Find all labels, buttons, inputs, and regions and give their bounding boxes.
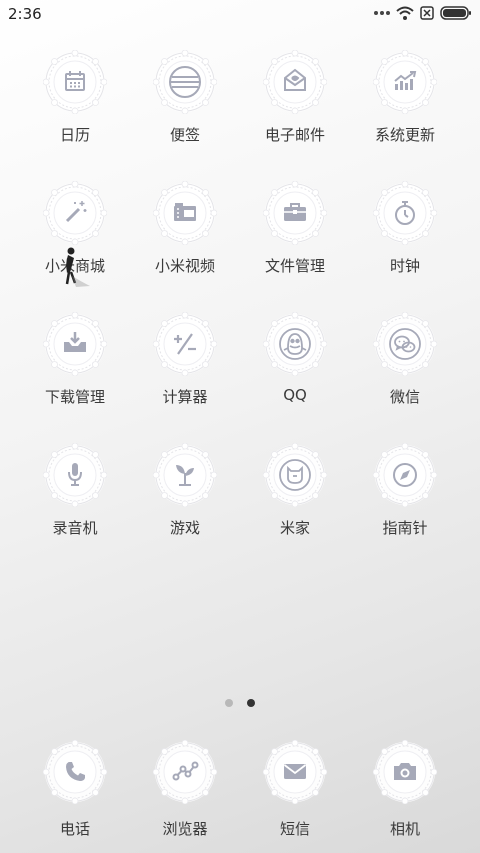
app-label: 相机 <box>389 820 420 838</box>
more-dots-icon <box>374 11 390 15</box>
email-icon <box>263 50 327 114</box>
app-label: 便签 <box>169 126 200 144</box>
app-label: 系统更新 <box>374 126 435 144</box>
app-label: 下载管理 <box>44 388 105 406</box>
dock-messages[interactable]: 短信 <box>240 740 350 839</box>
app-file-manager[interactable]: 文件管理 <box>240 181 350 312</box>
app-calendar[interactable]: 日历 <box>20 50 130 181</box>
status-bar: 2:36 <box>0 0 480 30</box>
app-label: 电话 <box>59 820 90 838</box>
app-label: 录音机 <box>52 519 98 537</box>
app-label: 计算器 <box>162 388 208 406</box>
video-icon <box>153 181 217 245</box>
page-indicator <box>0 699 480 707</box>
app-email[interactable]: 电子邮件 <box>240 50 350 181</box>
app-download-manager[interactable]: 下载管理 <box>20 312 130 443</box>
app-label: 游戏 <box>169 519 200 537</box>
phone-icon <box>43 740 107 804</box>
app-grid: 日历 便签 电子邮件 系统更新 小米商城 小米视频 文件管理 时钟 下载管理 计… <box>20 50 460 574</box>
app-notes[interactable]: 便签 <box>130 50 240 181</box>
app-games[interactable]: 游戏 <box>130 443 240 574</box>
app-label: 微信 <box>389 388 420 406</box>
app-label: 文件管理 <box>264 257 325 275</box>
mijia-icon <box>263 443 327 507</box>
browser-icon <box>153 740 217 804</box>
briefcase-icon <box>263 181 327 245</box>
camera-icon <box>373 740 437 804</box>
calculator-icon <box>153 312 217 376</box>
dock-browser[interactable]: 浏览器 <box>130 740 240 839</box>
app-label: 日历 <box>59 126 90 144</box>
no-sim-icon <box>420 6 434 20</box>
app-label: 浏览器 <box>162 820 208 838</box>
app-label: 米家 <box>279 519 310 537</box>
app-recorder[interactable]: 录音机 <box>20 443 130 574</box>
page-dot-2-active[interactable] <box>247 699 255 707</box>
app-label: 电子邮件 <box>264 126 325 144</box>
app-label: 短信 <box>279 820 310 838</box>
app-mi-video[interactable]: 小米视频 <box>130 181 240 312</box>
microphone-icon <box>43 443 107 507</box>
app-label: QQ <box>283 386 307 404</box>
stopwatch-icon <box>373 181 437 245</box>
app-compass[interactable]: 指南针 <box>350 443 460 574</box>
battery-icon <box>440 6 471 20</box>
page-dot-1[interactable] <box>225 699 233 707</box>
app-label: 指南针 <box>382 519 428 537</box>
app-mijia[interactable]: 米家 <box>240 443 350 574</box>
compass-icon <box>373 443 437 507</box>
app-label: 时钟 <box>389 257 420 275</box>
app-label: 小米视频 <box>154 257 215 275</box>
magic-wand-icon <box>43 181 107 245</box>
sprout-icon <box>153 443 217 507</box>
download-icon <box>43 312 107 376</box>
calendar-icon <box>43 50 107 114</box>
app-wechat[interactable]: 微信 <box>350 312 460 443</box>
app-clock[interactable]: 时钟 <box>350 181 460 312</box>
update-icon <box>373 50 437 114</box>
dock-camera[interactable]: 相机 <box>350 740 460 839</box>
app-system-update[interactable]: 系统更新 <box>350 50 460 181</box>
notes-icon <box>153 50 217 114</box>
app-calculator[interactable]: 计算器 <box>130 312 240 443</box>
status-icons <box>374 6 472 20</box>
message-icon <box>263 740 327 804</box>
dock: 电话 浏览器 短信 相机 <box>20 740 460 839</box>
wifi-icon <box>396 6 414 20</box>
status-time: 2:36 <box>8 5 42 23</box>
walking-figure-decoration <box>65 247 90 287</box>
qq-penguin-icon <box>263 312 327 376</box>
app-qq[interactable]: QQ <box>240 312 350 443</box>
dock-phone[interactable]: 电话 <box>20 740 130 839</box>
wechat-icon <box>373 312 437 376</box>
